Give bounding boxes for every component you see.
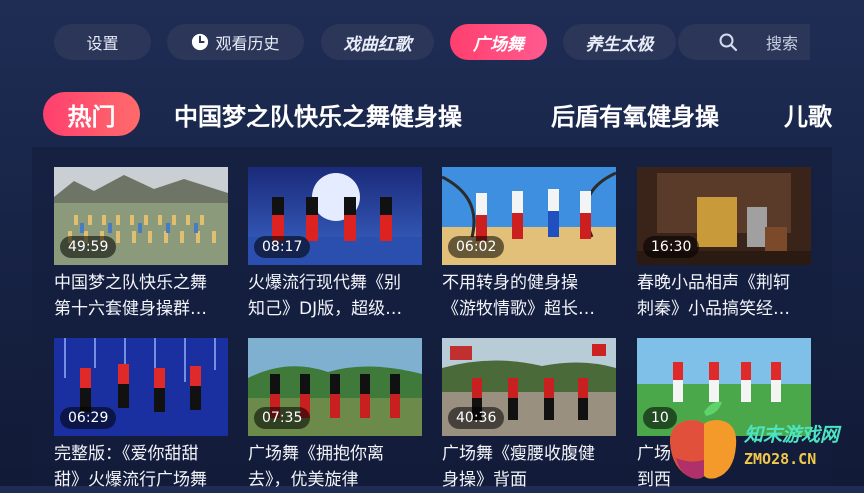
video-thumbnail: 40:36	[442, 338, 616, 436]
video-title-line: 去》，优美旋律	[248, 470, 359, 490]
video-title-line: 广场舞《拥抱你离	[248, 444, 384, 464]
video-title: 春晚小品相声《荆轲 刺秦》小品搞笑经…	[637, 270, 811, 322]
video-thumbnail: 06:29	[54, 338, 228, 436]
video-duration: 07:35	[254, 407, 311, 429]
video-card[interactable]: 07:35 广场舞《拥抱你离 去》，优美旋律	[248, 338, 422, 493]
opera-label: 戏曲红歌	[343, 34, 412, 55]
video-title: 广场舞《拥抱你离 去》，优美旋律	[248, 441, 422, 493]
video-title-line: 火爆流行现代舞《别	[248, 273, 401, 293]
video-title-line: 身操》背面	[442, 470, 527, 490]
category-hot-label: 热门	[67, 102, 116, 131]
settings-button[interactable]: 设置	[54, 24, 151, 60]
video-thumbnail: 06:02	[442, 167, 616, 265]
category-label: 儿歌	[784, 102, 832, 131]
square-dance-tab[interactable]: 广场舞	[450, 24, 547, 60]
video-title: 广场舞《瘦腰收腹健 身操》背面	[442, 441, 616, 493]
video-title: 火爆流行现代舞《别 知己》DJ版，超级…	[248, 270, 422, 322]
category-tabs: 热门 中国梦之队快乐之舞健身操 后盾有氧健身操 儿歌	[0, 90, 864, 138]
health-taiji-tab[interactable]: 养生太极	[563, 24, 676, 60]
watermark-site-name: 知末游戏网	[744, 424, 840, 446]
video-card[interactable]: 40:36 广场舞《瘦腰收腹健 身操》背面	[442, 338, 616, 493]
video-title-line: 完整版：《爱你甜甜	[54, 444, 199, 464]
video-title-line: 知己》DJ版，超级…	[248, 299, 403, 319]
video-title-line: 《游牧情歌》超长…	[442, 299, 595, 319]
video-title-line: 刺秦》小品搞笑经…	[637, 299, 790, 319]
square-dance-label: 广场舞	[473, 34, 524, 55]
video-title-line: 第十六套健身操群…	[54, 299, 207, 319]
search-box[interactable]: 搜索	[678, 24, 810, 60]
video-thumbnail: 07:35	[248, 338, 422, 436]
clock-icon	[192, 33, 209, 51]
video-duration: 06:29	[60, 407, 117, 429]
search-label: 搜索	[766, 34, 799, 53]
taiji-label: 养生太极	[585, 34, 654, 55]
video-card[interactable]: 08:17 火爆流行现代舞《别 知己》DJ版，超级…	[248, 167, 422, 322]
video-title-line: 中国梦之队快乐之舞	[54, 273, 207, 293]
video-duration: 49:59	[60, 236, 117, 258]
video-title: 不用转身的健身操 《游牧情歌》超长…	[442, 270, 616, 322]
video-title-line: 甜》火爆流行广场舞	[54, 470, 207, 490]
video-title: 完整版：《爱你甜甜 甜》火爆流行广场舞	[54, 441, 228, 493]
video-thumbnail: 08:17	[248, 167, 422, 265]
history-label: 观看历史	[215, 34, 280, 53]
video-duration: 08:17	[254, 236, 311, 258]
video-card[interactable]: 49:59 中国梦之队快乐之舞 第十六套健身操群…	[54, 167, 228, 322]
category-tab-aerobics[interactable]: 后盾有氧健身操	[551, 92, 719, 136]
category-tab-hot[interactable]: 热门	[43, 92, 140, 136]
video-title-line: 广场舞《瘦腰收腹健	[442, 444, 595, 464]
category-label: 后盾有氧健身操	[551, 102, 719, 131]
watch-history-button[interactable]: 观看历史	[167, 24, 304, 60]
category-label: 中国梦之队快乐之舞健身操	[174, 102, 462, 131]
search-icon	[719, 33, 738, 52]
video-thumbnail: 16:30	[637, 167, 811, 265]
category-tab-china-dream[interactable]: 中国梦之队快乐之舞健身操	[174, 92, 462, 136]
video-title-line: 不用转身的健身操	[442, 273, 578, 293]
video-duration: 40:36	[448, 407, 505, 429]
apple-logo-icon	[670, 401, 737, 479]
site-watermark: 知末游戏网 ZMO28.CN	[660, 398, 864, 486]
video-title: 中国梦之队快乐之舞 第十六套健身操群…	[54, 270, 228, 322]
video-card[interactable]: 16:30 春晚小品相声《荆轲 刺秦》小品搞笑经…	[637, 167, 811, 322]
video-duration: 06:02	[448, 236, 505, 258]
settings-label: 设置	[86, 34, 119, 53]
category-tab-kids-songs[interactable]: 儿歌	[784, 92, 832, 136]
video-card[interactable]: 06:29 完整版：《爱你甜甜 甜》火爆流行广场舞	[54, 338, 228, 493]
top-nav-bar: 设置 观看历史 戏曲红歌 广场舞 养生太极 搜索	[0, 0, 864, 84]
opera-red-songs-tab[interactable]: 戏曲红歌	[321, 24, 434, 60]
video-card[interactable]: 06:02 不用转身的健身操 《游牧情歌》超长…	[442, 167, 616, 322]
video-title-line: 春晚小品相声《荆轲	[637, 273, 790, 293]
watermark-url: ZMO28.CN	[744, 450, 817, 468]
video-thumbnail: 49:59	[54, 167, 228, 265]
video-duration: 16:30	[643, 236, 700, 258]
